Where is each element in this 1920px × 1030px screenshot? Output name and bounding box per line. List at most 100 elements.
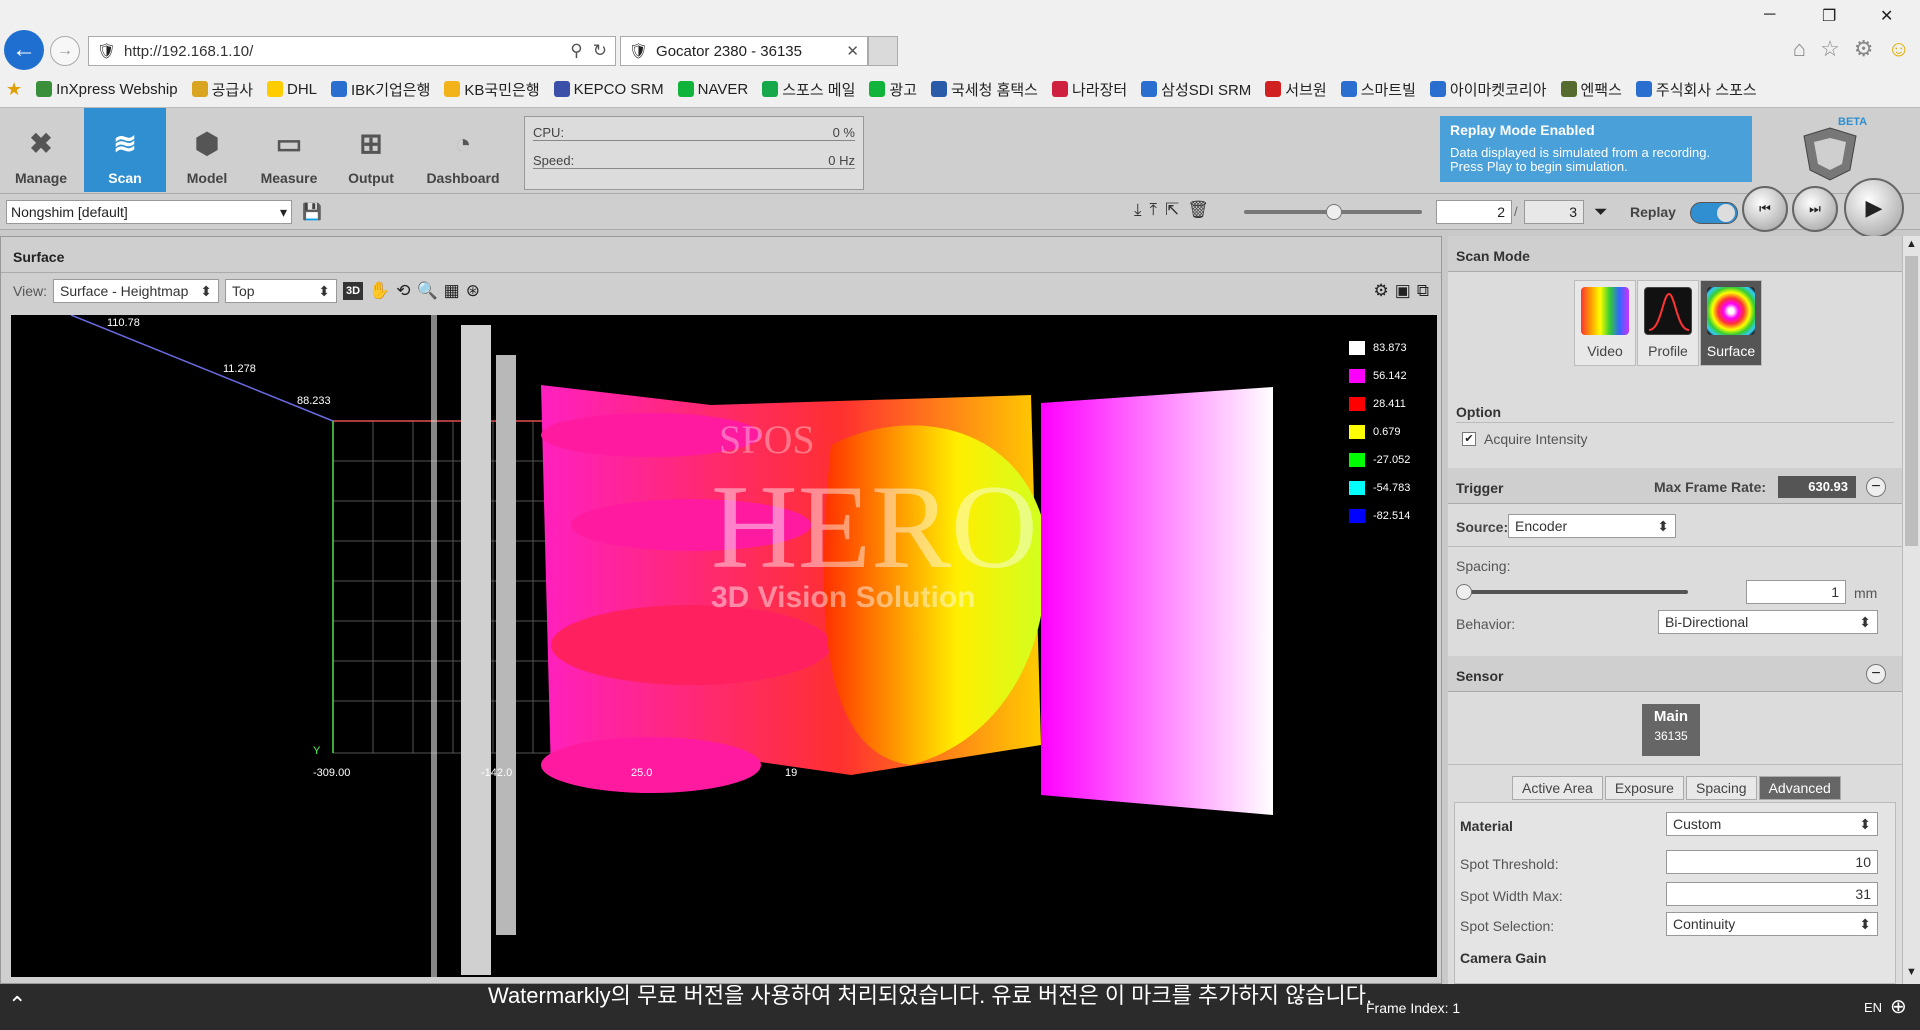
- spot-width-max-input[interactable]: 31: [1666, 882, 1878, 906]
- tab-spacing[interactable]: Spacing: [1685, 776, 1757, 800]
- favorite-link[interactable]: DHL: [267, 81, 317, 98]
- overlay-icon[interactable]: ▣: [1395, 281, 1411, 301]
- search-icon[interactable]: ⚲: [570, 41, 582, 61]
- nav-manage[interactable]: ✖ Manage: [0, 108, 82, 192]
- step-forward-button[interactable]: ⏭: [1792, 186, 1838, 232]
- favorite-link[interactable]: InXpress Webship: [36, 81, 178, 98]
- favorites-star-add-icon[interactable]: ★: [6, 79, 22, 100]
- favorite-link[interactable]: 스마트빌: [1340, 79, 1416, 100]
- tab-advanced[interactable]: Advanced: [1758, 776, 1841, 800]
- view-type-select[interactable]: Surface - Heightmap ⬍: [52, 279, 219, 303]
- play-button[interactable]: ▶: [1844, 178, 1904, 238]
- settings-wheel-icon[interactable]: ⊛: [466, 281, 480, 301]
- gear-icon[interactable]: ⚙: [1854, 36, 1874, 62]
- legend-value: 28.411: [1373, 398, 1406, 410]
- job-select[interactable]: Nongshim [default] ▾: [6, 200, 292, 224]
- tab-active-area[interactable]: Active Area: [1512, 776, 1603, 800]
- material-select[interactable]: Custom ⬍: [1666, 812, 1878, 836]
- zoom-icon[interactable]: 🔍: [416, 281, 437, 301]
- spot-threshold-input[interactable]: 10: [1666, 850, 1878, 874]
- maximize-icon[interactable]: ❐: [1822, 6, 1836, 26]
- language-label[interactable]: EN: [1864, 1000, 1882, 1015]
- nav-dashboard[interactable]: ◔ Dashboard: [418, 108, 508, 192]
- fullscreen-icon[interactable]: ⧉: [1417, 281, 1429, 301]
- spacing-input[interactable]: 1: [1746, 580, 1846, 604]
- sensor-main-button[interactable]: Main 36135: [1642, 704, 1700, 756]
- favorite-link[interactable]: 삼성SDI SRM: [1141, 79, 1251, 100]
- address-bar[interactable]: 🛡 http://192.168.1.10/ ⚲ ↻: [88, 36, 616, 66]
- close-window-icon[interactable]: ✕: [1880, 6, 1893, 26]
- nav-scan[interactable]: ≋ Scan: [84, 108, 166, 192]
- acquire-intensity-checkbox[interactable]: ✔: [1462, 432, 1476, 446]
- tab-exposure[interactable]: Exposure: [1604, 776, 1684, 800]
- favorites-star-icon[interactable]: ☆: [1820, 36, 1840, 62]
- export-icon[interactable]: ⇱: [1165, 200, 1179, 220]
- minimize-icon[interactable]: ─: [1764, 6, 1775, 24]
- scrollbar[interactable]: ▲ ▼: [1902, 236, 1920, 984]
- download-icon[interactable]: ⤓: [1134, 200, 1142, 220]
- favorite-link[interactable]: 공급사: [191, 79, 253, 100]
- spacing-slider[interactable]: [1456, 584, 1688, 600]
- favorite-link[interactable]: 국세청 홈택스: [931, 79, 1038, 100]
- smiley-icon[interactable]: ☺: [1888, 36, 1910, 62]
- scroll-thumb[interactable]: [1905, 256, 1918, 546]
- 3d-toggle[interactable]: 3D: [342, 282, 364, 300]
- favorite-link[interactable]: IBK기업은행: [331, 79, 430, 100]
- mode-surface-button[interactable]: Surface: [1700, 280, 1762, 366]
- replay-slider[interactable]: [1244, 204, 1422, 220]
- pan-hand-icon[interactable]: ✋: [369, 281, 390, 301]
- expand-up-icon[interactable]: ⌃: [8, 992, 26, 1018]
- close-tab-icon[interactable]: ✕: [846, 42, 859, 60]
- spot-selection-select[interactable]: Continuity ⬍: [1666, 912, 1878, 936]
- replay-banner-line1: Data displayed is simulated from a recor…: [1450, 145, 1711, 160]
- legend-swatch: [1349, 509, 1365, 523]
- behavior-select[interactable]: Bi-Directional ⬍: [1658, 610, 1878, 634]
- refresh-icon[interactable]: ↻: [593, 41, 607, 61]
- legend-swatch: [1349, 453, 1365, 467]
- nav-measure[interactable]: ▭ Measure: [248, 108, 330, 192]
- delete-icon[interactable]: 🗑: [1187, 200, 1209, 220]
- favorite-link[interactable]: 아이마켓코리아: [1429, 79, 1547, 100]
- mode-video-button[interactable]: Video: [1574, 280, 1636, 366]
- home-icon[interactable]: ⌂: [1793, 36, 1806, 62]
- upload-icon[interactable]: ⤒: [1150, 200, 1158, 220]
- globe-icon[interactable]: ⊕: [1890, 994, 1907, 1019]
- back-arrow-icon[interactable]: ←: [4, 30, 44, 70]
- scroll-down-icon[interactable]: ▼: [1906, 966, 1917, 978]
- frame-current-input[interactable]: 2: [1436, 200, 1512, 224]
- mode-profile-button[interactable]: Profile: [1637, 280, 1699, 366]
- favorite-link[interactable]: 나라장터: [1051, 79, 1127, 100]
- heightmap-viewport[interactable]: SPOS HERO 3D Vision Solution 110.78 11.2…: [11, 315, 1437, 977]
- collapse-sensor-icon[interactable]: −: [1866, 664, 1886, 684]
- favorite-link[interactable]: KEPCO SRM: [553, 81, 664, 98]
- new-tab-button[interactable]: [868, 36, 898, 66]
- favorite-link[interactable]: 엔팩스: [1560, 79, 1622, 100]
- favorite-link[interactable]: KB국민은행: [444, 79, 540, 100]
- nav-output[interactable]: ⊞ Output: [330, 108, 412, 192]
- slider-knob[interactable]: [1326, 204, 1342, 220]
- filter-icon[interactable]: ⏷: [1594, 202, 1608, 222]
- save-icon[interactable]: 💾: [302, 202, 322, 222]
- browser-tab[interactable]: 🛡 Gocator 2380 - 36135 ✕: [620, 36, 868, 66]
- spacing-slider-knob[interactable]: [1456, 584, 1472, 600]
- favorite-link[interactable]: 광고: [869, 79, 917, 100]
- grid-icon[interactable]: ▦: [444, 281, 460, 301]
- orientation-select[interactable]: Top ⬍: [224, 279, 337, 303]
- favorite-link[interactable]: 스포스 메일: [762, 79, 855, 100]
- axis-label-b: 11.278: [223, 363, 256, 375]
- step-back-button[interactable]: ⏮: [1742, 186, 1788, 232]
- layers-settings-icon[interactable]: ⚙: [1374, 281, 1389, 301]
- legend-value: -27.052: [1373, 454, 1411, 466]
- favorite-label: 광고: [889, 81, 917, 99]
- forward-arrow-icon[interactable]: →: [50, 36, 80, 66]
- nav-model[interactable]: ⬢ Model: [166, 108, 248, 192]
- source-select[interactable]: Encoder ⬍: [1508, 514, 1676, 538]
- scroll-up-icon[interactable]: ▲: [1906, 238, 1917, 250]
- rotate-icon[interactable]: ⟲: [396, 281, 410, 301]
- collapse-trigger-icon[interactable]: −: [1866, 477, 1886, 497]
- favorite-link[interactable]: 주식회사 스포스: [1635, 79, 1757, 100]
- favorite-link[interactable]: 서브원: [1265, 79, 1327, 100]
- replay-toggle[interactable]: [1690, 202, 1738, 224]
- favorite-link[interactable]: NAVER: [677, 81, 748, 98]
- url-text[interactable]: http://192.168.1.10/: [124, 43, 253, 60]
